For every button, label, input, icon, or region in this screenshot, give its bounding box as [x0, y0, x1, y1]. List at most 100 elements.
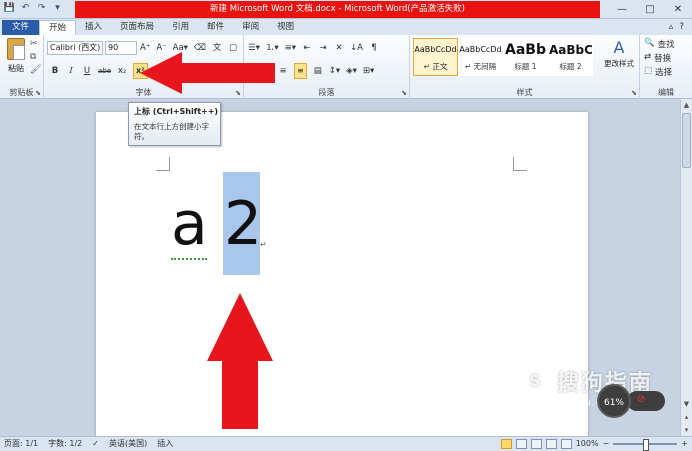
tooltip-body: 在文本行上方创建小字符。	[134, 122, 209, 141]
underline-button[interactable]: U	[82, 64, 92, 78]
web-layout-view-icon[interactable]	[530, 439, 542, 449]
watermark-logo: S	[520, 366, 550, 396]
speed-percent: 61%	[597, 384, 631, 418]
full-screen-view-icon[interactable]	[515, 439, 527, 449]
tab-references[interactable]: 引用	[163, 20, 198, 35]
scroll-up-icon[interactable]: ▲	[681, 99, 692, 111]
tab-mailings[interactable]: 邮件	[198, 20, 233, 35]
print-layout-view-icon[interactable]	[500, 439, 512, 449]
outline-view-icon[interactable]	[545, 439, 557, 449]
style-heading-1[interactable]: AaBb 标题 1	[503, 38, 548, 76]
style-preview: AaBb	[505, 42, 546, 58]
annotation-arrow-up	[207, 293, 273, 429]
clipboard-launcher-icon[interactable]: ⬊	[35, 89, 41, 97]
minimize-ribbon-icon[interactable]: ▵	[669, 20, 674, 35]
paragraph-launcher-icon[interactable]: ⬊	[401, 89, 407, 97]
speed-widget[interactable]: 61% ⊘	[597, 384, 677, 418]
find-icon: 🔍	[644, 38, 655, 48]
clipboard-small-buttons: ✂ ⧉ 🖌	[30, 39, 41, 75]
zoom-level[interactable]: 100%	[576, 437, 599, 451]
redo-icon[interactable]: ↷	[35, 2, 48, 15]
find-label: 查找	[657, 40, 675, 50]
doc-char-a[interactable]: a	[171, 184, 208, 264]
select-button[interactable]: ⬚ 选择	[644, 66, 672, 78]
styles-group-label: 样式	[516, 88, 533, 97]
zoom-out-icon[interactable]: −	[603, 437, 610, 451]
undo-icon[interactable]: ↶	[19, 2, 32, 15]
styles-group: AaBbCcDd ↵ 正文 AaBbCcDd ↵ 无间隔 AaBb 标题 1 A…	[410, 35, 640, 99]
replace-button[interactable]: ⇄ 替换	[644, 52, 671, 64]
status-left: 页面: 1/1 字数: 1/2 ✓ 英语(美国) 插入	[4, 437, 173, 451]
line-spacing-icon[interactable]: ↕▾	[329, 64, 340, 78]
change-styles-label: 更改样式	[604, 59, 634, 68]
chinese-layout-icon[interactable]: ✕	[334, 41, 344, 55]
status-page[interactable]: 页面: 1/1	[4, 437, 38, 451]
status-mode[interactable]: 插入	[157, 437, 173, 451]
font-size-box[interactable]: 90	[105, 41, 137, 55]
shading-icon[interactable]: ◈▾	[346, 64, 357, 78]
tab-review[interactable]: 审阅	[233, 20, 268, 35]
align-center-icon[interactable]: ≡	[278, 64, 288, 78]
show-marks-icon[interactable]: ¶	[369, 41, 379, 55]
styles-launcher-icon[interactable]: ⬊	[631, 89, 637, 97]
style-heading-2[interactable]: AaBbC 标题 2	[548, 38, 593, 76]
style-name: ↵ 正文	[423, 62, 448, 71]
zoom-slider[interactable]	[613, 439, 678, 451]
scroll-thumb[interactable]	[682, 113, 691, 168]
window-controls: — □ ✕	[608, 0, 692, 19]
title-bar: 💾 ↶ ↷ ▾ 新建 Microsoft Word 文档.docx - Micr…	[0, 0, 692, 19]
close-button[interactable]: ✕	[664, 0, 692, 19]
maximize-button[interactable]: □	[636, 0, 664, 19]
next-page-icon[interactable]: ▾	[681, 424, 692, 436]
find-button[interactable]: 🔍 查找	[644, 38, 675, 50]
sort-icon[interactable]: ↓A	[350, 41, 363, 55]
draft-view-icon[interactable]	[560, 439, 572, 449]
tab-insert[interactable]: 插入	[76, 20, 111, 35]
multilevel-icon[interactable]: ≡▾	[285, 41, 296, 55]
tab-page-layout[interactable]: 页面布局	[111, 20, 163, 35]
copy-icon[interactable]: ⧉	[30, 52, 41, 62]
tab-home[interactable]: 开始	[39, 20, 77, 35]
justify-icon[interactable]: ≡	[294, 63, 307, 79]
strikethrough-button[interactable]: abe	[98, 64, 111, 78]
borders-icon[interactable]: ⊞▾	[363, 64, 374, 78]
status-language[interactable]: 英语(美国)	[109, 437, 147, 451]
style-normal[interactable]: AaBbCcDd ↵ 正文	[413, 38, 458, 76]
increase-indent-icon[interactable]: ⇥	[318, 41, 328, 55]
margin-mark-top-right	[513, 157, 527, 171]
style-name: ↵ 无间隔	[464, 62, 497, 71]
change-styles-button[interactable]: A 更改样式	[602, 38, 636, 69]
save-icon[interactable]: 💾	[3, 2, 16, 15]
grammar-squiggle	[171, 257, 207, 260]
prev-page-icon[interactable]: ▴	[681, 411, 692, 423]
document-page[interactable]: a 2 ↵	[96, 112, 588, 436]
doc-char-2-selected[interactable]: 2	[224, 184, 262, 264]
style-preview: AaBbCcDd	[414, 45, 457, 54]
clipboard-group: 粘贴 ✂ ⧉ 🖌 剪贴板 ⬊	[0, 35, 44, 99]
window-title: 新建 Microsoft Word 文档.docx - Microsoft Wo…	[75, 1, 600, 18]
style-no-spacing[interactable]: AaBbCcDd ↵ 无间隔	[458, 38, 503, 76]
italic-button[interactable]: I	[66, 64, 76, 78]
quick-access-toolbar: 💾 ↶ ↷ ▾	[3, 2, 64, 15]
paste-button[interactable]: 粘贴	[5, 38, 27, 74]
style-preview: AaBbC	[549, 43, 592, 57]
customize-icon[interactable]: ▾	[51, 2, 64, 15]
format-painter-icon[interactable]: 🖌	[30, 65, 41, 75]
tab-view[interactable]: 视图	[268, 20, 303, 35]
superscript-tooltip: 上标 (Ctrl+Shift++) 在文本行上方创建小字符。	[128, 102, 221, 146]
zoom-in-icon[interactable]: +	[681, 437, 688, 451]
decrease-indent-icon[interactable]: ⇤	[302, 41, 312, 55]
cut-icon[interactable]: ✂	[30, 39, 41, 49]
font-name-box[interactable]: Calibri (西文)	[47, 41, 103, 55]
bold-button[interactable]: B	[50, 64, 60, 78]
proofing-icon[interactable]: ✓	[92, 437, 99, 451]
tab-file[interactable]: 文件	[2, 20, 40, 35]
subscript-button[interactable]: x₂	[117, 64, 127, 78]
scroll-down-icon[interactable]: ▼	[681, 398, 692, 410]
ribbon-tabs: 文件 开始 插入 页面布局 引用 邮件 审阅 视图 ▵ ?	[0, 19, 692, 35]
minimize-button[interactable]: —	[608, 0, 636, 19]
help-icon[interactable]: ?	[679, 20, 684, 35]
status-words[interactable]: 字数: 1/2	[48, 437, 82, 451]
vertical-scrollbar[interactable]: ▲ ▼ ▴ ▾	[680, 99, 692, 436]
distributed-icon[interactable]: ▤	[313, 64, 323, 78]
